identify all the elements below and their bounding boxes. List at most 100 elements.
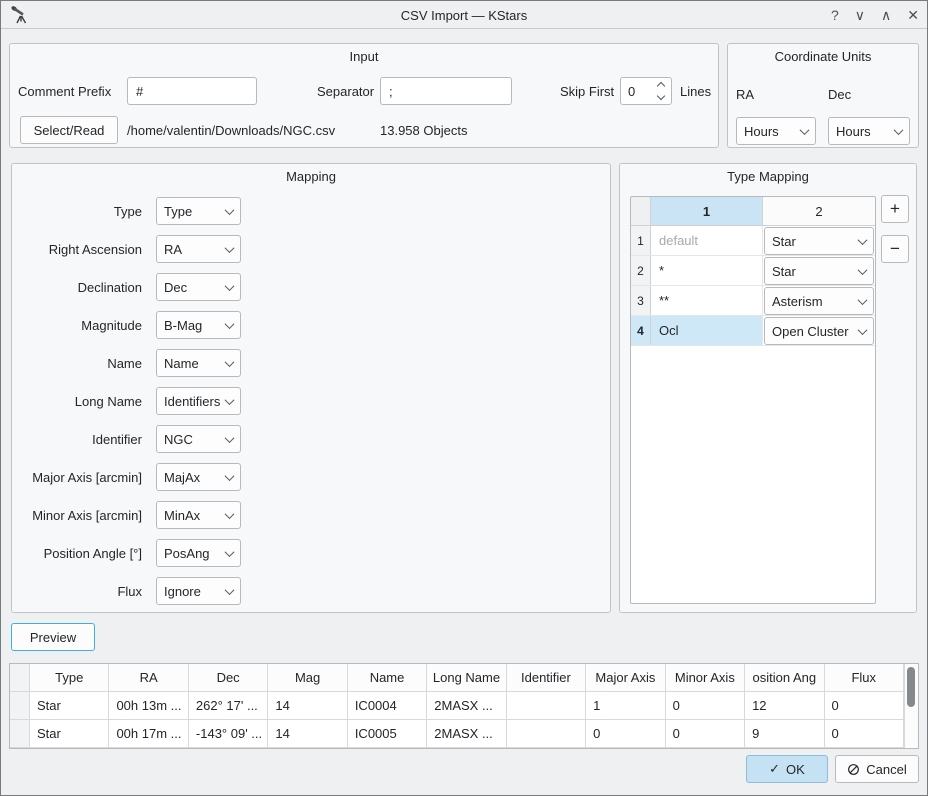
type-key-cell[interactable]: **	[651, 286, 763, 315]
chevron-down-icon	[225, 243, 235, 253]
preview-col-header: Mag	[268, 664, 347, 691]
select-read-button[interactable]: Select/Read	[20, 116, 118, 144]
preview-cell: 0	[666, 720, 745, 747]
mapping-value-right-ascension: RA	[164, 242, 182, 257]
input-group-title: Input	[10, 49, 718, 64]
row-header-4[interactable]: 4	[631, 316, 651, 345]
type-value-select[interactable]: Open Cluster	[764, 317, 874, 345]
comment-prefix-input[interactable]: #	[127, 77, 257, 105]
preview-cell: 1	[586, 692, 665, 719]
close-icon[interactable]: ✕	[907, 7, 919, 24]
mapping-value-minor-axis: MinAx	[164, 508, 200, 523]
skip-first-spinbox[interactable]: 0	[620, 77, 672, 105]
preview-col-header: Name	[348, 664, 427, 691]
type-value-cell: Asterism	[763, 286, 875, 315]
mapping-select-right-ascension[interactable]: RA	[156, 235, 241, 263]
mapping-select-minor-axis[interactable]: MinAx	[156, 501, 241, 529]
mapping-group-title: Mapping	[12, 169, 610, 184]
check-icon: ✓	[769, 761, 780, 777]
type-value-text: Asterism	[772, 294, 823, 309]
preview-col-header: Flux	[825, 664, 904, 691]
plus-icon: +	[890, 199, 900, 219]
comment-prefix-value: #	[136, 84, 143, 99]
preview-col-header: RA	[109, 664, 188, 691]
add-row-button[interactable]: +	[881, 195, 909, 223]
select-read-button-label: Select/Read	[34, 123, 105, 138]
chevron-down-icon	[225, 357, 235, 367]
column-header-2[interactable]: 2	[763, 197, 875, 225]
maximize-icon[interactable]: ∧	[881, 7, 891, 24]
chevron-down-icon	[858, 295, 868, 305]
mapping-select-type[interactable]: Type	[156, 197, 241, 225]
mapping-label-long-name: Long Name	[12, 387, 142, 415]
chevron-down-icon	[225, 585, 235, 595]
cancel-slash-icon	[847, 763, 860, 776]
type-key-cell[interactable]: Ocl	[651, 316, 763, 345]
type-key-cell[interactable]: *	[651, 256, 763, 285]
mapping-select-long-name[interactable]: Identifiers	[156, 387, 241, 415]
help-icon[interactable]: ?	[831, 7, 839, 23]
mapping-select-declination[interactable]: Dec	[156, 273, 241, 301]
preview-cell: -143° 09' ...	[189, 720, 268, 747]
preview-cell: 2MASX ...	[427, 720, 506, 747]
type-value-text: Star	[772, 234, 796, 249]
mapping-label-magnitude: Magnitude	[12, 311, 142, 339]
mapping-select-major-axis[interactable]: MajAx	[156, 463, 241, 491]
skip-first-label: Skip First	[560, 77, 614, 105]
spinbox-arrows-icon[interactable]	[658, 83, 664, 99]
mapping-label-position-angle: Position Angle [°]	[12, 539, 142, 567]
type-mapping-row-selected: 4 Ocl Open Cluster	[631, 316, 875, 346]
preview-table: Type RA Dec Mag Name Long Name Identifie…	[9, 663, 919, 749]
preview-button[interactable]: Preview	[11, 623, 95, 651]
minus-icon: −	[890, 239, 900, 259]
type-key-cell[interactable]: default	[651, 226, 763, 255]
scrollbar-thumb[interactable]	[907, 667, 915, 707]
mapping-value-major-axis: MajAx	[164, 470, 200, 485]
type-value-select[interactable]: Star	[764, 227, 874, 255]
mapping-select-identifier[interactable]: NGC	[156, 425, 241, 453]
type-mapping-header-row: 1 2	[631, 197, 875, 226]
chevron-down-icon	[225, 319, 235, 329]
mapping-label-flux: Flux	[12, 577, 142, 605]
mapping-select-flux[interactable]: Ignore	[156, 577, 241, 605]
ok-button[interactable]: ✓ OK	[746, 755, 828, 783]
preview-cell: 9	[745, 720, 824, 747]
chevron-down-icon	[225, 205, 235, 215]
preview-row-header	[10, 692, 30, 719]
type-value-text: Star	[772, 264, 796, 279]
row-header-2[interactable]: 2	[631, 256, 651, 285]
mapping-value-magnitude: B-Mag	[164, 318, 202, 333]
row-header-1[interactable]: 1	[631, 226, 651, 255]
preview-header-row: Type RA Dec Mag Name Long Name Identifie…	[10, 664, 904, 692]
mapping-value-declination: Dec	[164, 280, 187, 295]
mapping-select-name[interactable]: Name	[156, 349, 241, 377]
separator-value: ;	[389, 84, 393, 99]
preview-col-header: osition Ang	[745, 664, 824, 691]
type-mapping-groupbox: Type Mapping 1 2 1 default Star 2 * Star	[619, 163, 917, 613]
mapping-select-magnitude[interactable]: B-Mag	[156, 311, 241, 339]
mapping-label-declination: Declination	[12, 273, 142, 301]
comment-prefix-label: Comment Prefix	[18, 77, 111, 105]
table-corner-cell[interactable]	[631, 197, 651, 225]
separator-input[interactable]: ;	[380, 77, 512, 105]
coordinate-units-title: Coordinate Units	[728, 49, 918, 64]
mapping-select-position-angle[interactable]: PosAng	[156, 539, 241, 567]
type-value-select[interactable]: Asterism	[764, 287, 874, 315]
minimize-icon[interactable]: ∨	[855, 7, 865, 24]
chevron-down-icon	[894, 125, 904, 135]
column-header-1[interactable]: 1	[651, 197, 763, 225]
row-header-3[interactable]: 3	[631, 286, 651, 315]
type-mapping-table: 1 2 1 default Star 2 * Star 3 **	[630, 196, 876, 604]
preview-cell: 0	[825, 692, 904, 719]
vertical-scrollbar[interactable]	[904, 664, 918, 748]
cancel-button[interactable]: Cancel	[835, 755, 919, 783]
dec-units-select[interactable]: Hours	[828, 117, 910, 145]
mapping-value-position-angle: PosAng	[164, 546, 210, 561]
type-value-select[interactable]: Star	[764, 257, 874, 285]
preview-cell	[507, 720, 586, 747]
remove-row-button[interactable]: −	[881, 235, 909, 263]
mapping-value-identifier: NGC	[164, 432, 193, 447]
ra-units-select[interactable]: Hours	[736, 117, 816, 145]
type-mapping-row: 3 ** Asterism	[631, 286, 875, 316]
preview-cell: 262° 17' ...	[189, 692, 268, 719]
